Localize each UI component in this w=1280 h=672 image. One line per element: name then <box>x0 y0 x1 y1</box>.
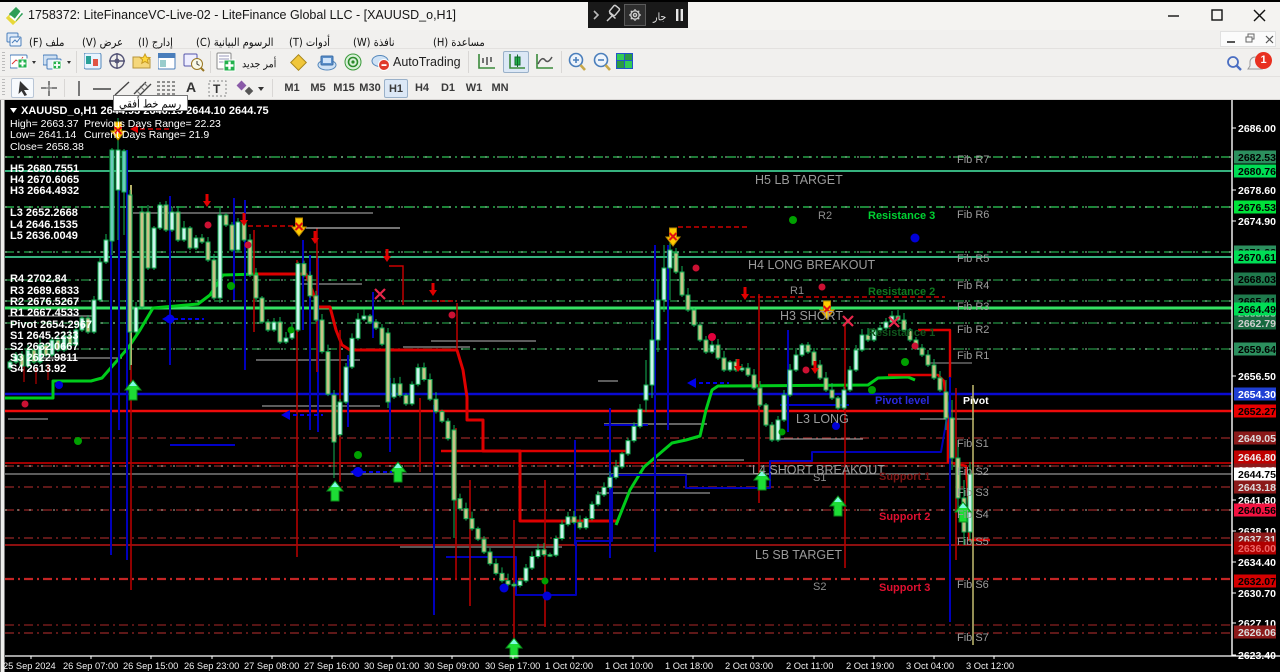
svg-text:27 Sep 08:00: 27 Sep 08:00 <box>244 661 299 671</box>
svg-text:Fib R6: Fib R6 <box>957 209 989 221</box>
svg-text:Close= 2658.38: Close= 2658.38 <box>10 141 84 153</box>
svg-text:26 Sep 23:00: 26 Sep 23:00 <box>184 661 239 671</box>
svg-text:30 Sep 09:00: 30 Sep 09:00 <box>424 661 479 671</box>
svg-text:Resistance 2: Resistance 2 <box>868 286 935 298</box>
svg-text:2668.03: 2668.03 <box>1238 274 1276 286</box>
svg-text:Fib S5: Fib S5 <box>957 536 989 548</box>
svg-text:L5 SB TARGET: L5 SB TARGET <box>755 548 842 562</box>
svg-text:Fib R5: Fib R5 <box>957 253 989 265</box>
svg-text:2630.70: 2630.70 <box>1238 588 1276 600</box>
svg-text:Fib S2: Fib S2 <box>957 466 989 478</box>
svg-text:1 Oct 10:00: 1 Oct 10:00 <box>605 661 653 671</box>
svg-text:2 Oct 11:00: 2 Oct 11:00 <box>786 661 833 671</box>
svg-text:Support 1: Support 1 <box>879 471 930 483</box>
svg-text:Fib S7: Fib S7 <box>957 632 989 644</box>
svg-text:Fib R2: Fib R2 <box>957 324 989 336</box>
svg-text:30 Sep 01:00: 30 Sep 01:00 <box>364 661 419 671</box>
svg-text:27 Sep 16:00: 27 Sep 16:00 <box>304 661 359 671</box>
svg-text:2662.79: 2662.79 <box>1238 318 1276 330</box>
svg-text:2656.50: 2656.50 <box>1238 371 1276 383</box>
svg-text:Fib R3: Fib R3 <box>957 301 989 313</box>
svg-text:L5 2636.0049: L5 2636.0049 <box>10 230 78 242</box>
svg-text:2626.06: 2626.06 <box>1238 627 1276 639</box>
svg-text:R4 2702.84: R4 2702.84 <box>10 273 68 285</box>
svg-text:Pivot: Pivot <box>963 395 989 407</box>
svg-text:2634.40: 2634.40 <box>1238 557 1276 569</box>
svg-text:Support 2: Support 2 <box>879 511 930 523</box>
svg-text:R1: R1 <box>790 285 804 297</box>
svg-text:2664.49: 2664.49 <box>1238 304 1276 316</box>
svg-text:25 Sep 2024: 25 Sep 2024 <box>3 661 56 671</box>
svg-text:Fib R1: Fib R1 <box>957 350 989 362</box>
svg-text:Resistance 1: Resistance 1 <box>868 327 935 339</box>
svg-text:S2: S2 <box>813 581 826 593</box>
svg-text:L3 LONG: L3 LONG <box>796 412 849 426</box>
svg-text:2652.27: 2652.27 <box>1238 406 1276 418</box>
svg-text:Fib S6: Fib S6 <box>957 579 989 591</box>
svg-text:R1 2667.4533: R1 2667.4533 <box>10 307 79 319</box>
svg-text:H5 LB TARGET: H5 LB TARGET <box>755 173 843 187</box>
svg-text:2674.90: 2674.90 <box>1238 216 1276 228</box>
svg-text:R2: R2 <box>818 210 832 222</box>
svg-text:2643.18: 2643.18 <box>1238 482 1276 494</box>
svg-text:3 Oct 12:00: 3 Oct 12:00 <box>966 661 1014 671</box>
svg-text:Resistance 3: Resistance 3 <box>868 210 935 222</box>
svg-text:Low= 2641.14: Low= 2641.14 <box>10 129 76 141</box>
svg-text:2686.00: 2686.00 <box>1238 123 1276 135</box>
svg-text:2654.30: 2654.30 <box>1238 389 1276 401</box>
svg-text:1 Oct 18:00: 1 Oct 18:00 <box>665 661 713 671</box>
svg-text:30 Sep 17:00: 30 Sep 17:00 <box>485 661 540 671</box>
svg-text:H4 LONG BREAKOUT: H4 LONG BREAKOUT <box>748 258 875 272</box>
svg-text:2649.05: 2649.05 <box>1238 433 1276 445</box>
svg-text:2682.53: 2682.53 <box>1238 152 1276 164</box>
svg-text:H3 2664.4932: H3 2664.4932 <box>10 185 79 197</box>
svg-text:Pivot level: Pivot level <box>875 395 929 407</box>
svg-text:Current Days Range= 21.9: Current Days Range= 21.9 <box>84 129 209 141</box>
svg-text:26 Sep 07:00: 26 Sep 07:00 <box>63 661 118 671</box>
svg-text:T: T <box>213 82 221 96</box>
svg-text:2640.56: 2640.56 <box>1238 505 1276 517</box>
svg-text:2680.76: 2680.76 <box>1238 166 1276 178</box>
svg-text:2644.75: 2644.75 <box>1238 469 1276 481</box>
svg-text:H3 SHORT: H3 SHORT <box>780 309 843 323</box>
svg-text:2659.64: 2659.64 <box>1238 344 1276 356</box>
svg-text:2676.53: 2676.53 <box>1238 202 1276 214</box>
svg-text:26 Sep 15:00: 26 Sep 15:00 <box>123 661 178 671</box>
svg-text:2 Oct 19:00: 2 Oct 19:00 <box>846 661 894 671</box>
svg-text:2646.80: 2646.80 <box>1238 452 1276 464</box>
svg-text:Fib S3: Fib S3 <box>957 487 989 499</box>
svg-text:Fib S4: Fib S4 <box>957 509 989 521</box>
svg-text:2 Oct 03:00: 2 Oct 03:00 <box>725 661 773 671</box>
svg-text:Fib R7: Fib R7 <box>957 154 989 166</box>
svg-text:2632.07: 2632.07 <box>1238 576 1276 588</box>
svg-text:S1: S1 <box>813 472 826 484</box>
svg-text:2636.00: 2636.00 <box>1238 543 1276 555</box>
svg-text:Fib S1: Fib S1 <box>957 438 989 450</box>
svg-text:S4 2613.92: S4 2613.92 <box>10 363 66 375</box>
svg-text:Fib R4: Fib R4 <box>957 280 989 292</box>
svg-text:2678.60: 2678.60 <box>1238 185 1276 197</box>
svg-text:3 Oct 04:00: 3 Oct 04:00 <box>906 661 954 671</box>
svg-text:2670.61: 2670.61 <box>1238 252 1276 264</box>
svg-text:Support 3: Support 3 <box>879 582 930 594</box>
svg-text:1 Oct 02:00: 1 Oct 02:00 <box>545 661 593 671</box>
svg-text:L3 2652.2668: L3 2652.2668 <box>10 207 78 219</box>
